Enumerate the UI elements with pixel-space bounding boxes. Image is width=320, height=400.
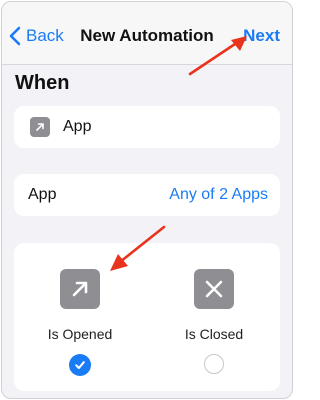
checkmark-selected-icon[interactable] bbox=[69, 354, 91, 376]
option-is-closed-label: Is Closed bbox=[184, 326, 244, 342]
trigger-options-card: Is Opened Is Closed bbox=[14, 243, 280, 391]
app-selection-label: App bbox=[28, 186, 57, 203]
app-arrow-icon bbox=[30, 117, 50, 137]
option-is-opened-label: Is Opened bbox=[47, 326, 113, 342]
app-selection-value[interactable]: Any of 2 Apps bbox=[169, 186, 268, 204]
trigger-app-label: App bbox=[63, 118, 92, 135]
radio-unselected-icon[interactable] bbox=[204, 354, 224, 374]
option-is-closed[interactable]: Is Closed bbox=[154, 269, 274, 374]
section-title-when: When bbox=[15, 72, 70, 94]
trigger-app-row[interactable]: App bbox=[14, 106, 280, 148]
phone-frame: Back New Automation Next When App App An… bbox=[1, 1, 293, 399]
next-button[interactable]: Next bbox=[243, 26, 280, 46]
app-selection-row[interactable]: App Any of 2 Apps bbox=[14, 174, 280, 216]
option-is-opened[interactable]: Is Opened bbox=[20, 269, 140, 376]
app-opened-icon bbox=[60, 269, 100, 309]
navigation-bar: Back New Automation Next bbox=[2, 2, 292, 65]
app-closed-icon bbox=[194, 269, 234, 309]
